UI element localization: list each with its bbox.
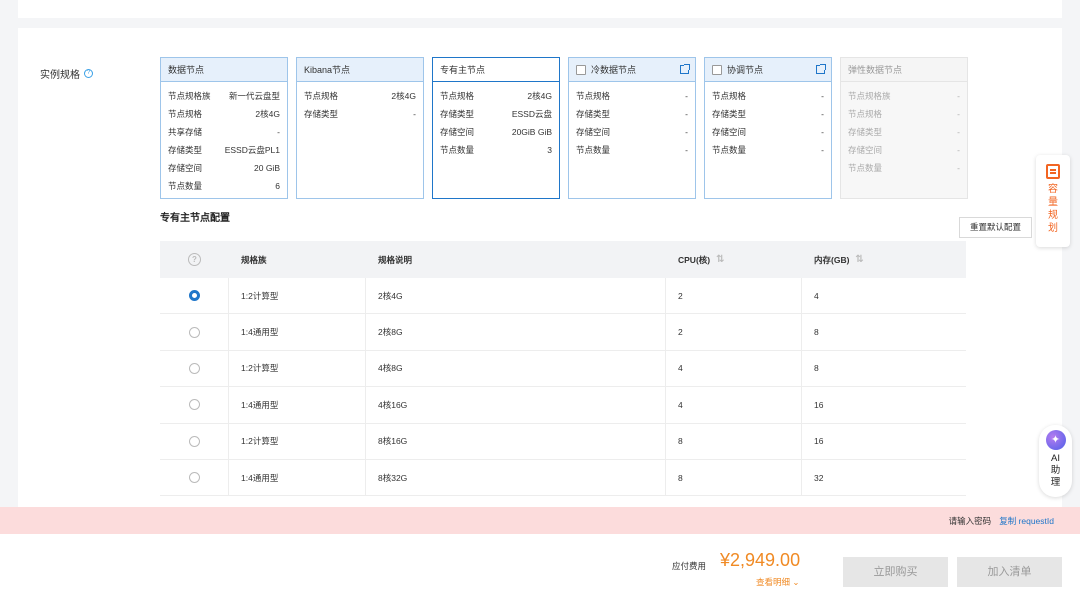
card-title: 专有主节点 [440,65,486,75]
capacity-planning-label: 容量规划 [1048,184,1058,234]
spec-radio[interactable] [188,362,200,374]
card-row: 存储空间 - [848,145,960,155]
card-kibana-node[interactable]: Kibana节点 节点规格 2核4G 存储类型 - [296,57,424,199]
config-subtitle: 专有主节点配置 [160,213,230,224]
card-header: Kibana节点 [297,58,423,82]
card-header: 专有主节点 [433,58,559,82]
card-row: 存储类型 ESSD云盘 [440,109,552,119]
reset-default-button[interactable]: 重置默认配置 [959,217,1032,238]
ai-assistant-button[interactable]: ✦ AI助理 [1039,425,1072,497]
card-row: 存储空间 20 GiB [168,163,280,173]
table-row[interactable]: 1:2计算型 2核4G 2 4 [160,278,966,315]
card-row: 节点数量 6 [168,181,280,191]
capacity-planning-button[interactable]: 容量规划 [1036,155,1070,247]
card-row: 存储空间 - [576,127,688,137]
card-row: 节点规格族 新一代云盘型 [168,91,280,101]
spec-table: ? 规格族 规格说明 CPU(核) ⇅ 内存(GB) ⇅ 1:2计算型 2核4G 2… [160,241,966,497]
chevron-down-icon: ⌄ [792,577,800,587]
planning-icon [1046,164,1060,179]
table-row[interactable]: 1:4通用型 4核16G 4 16 [160,387,966,424]
help-icon[interactable]: ? [84,69,93,78]
card-row: 节点规格 - [848,109,960,119]
fee-amount: ¥2,949.00 [720,550,801,570]
card-header: 冷数据节点 [569,58,695,82]
sort-icon[interactable]: ⇅ [855,254,863,265]
card-row: 节点规格 2核4G [168,109,280,119]
card-elastic-data-node: 弹性数据节点 节点规格族 - 节点规格 - 存储类型 - 存储空间 - 节点数量 - [840,57,968,199]
card-row: 节点数量 - [712,145,824,155]
card-row: 节点规格 2核4G [304,91,416,101]
external-link-icon[interactable] [816,64,826,74]
card-row: 节点数量 3 [440,145,552,155]
error-bar: 请输入密码 复制 requestId [0,507,1080,534]
footer-bar: 应付费用 ¥2,949.00 查看明细 ⌄ 立即购买 加入清单 [0,534,1080,609]
card-row: 节点数量 - [576,145,688,155]
card-row: 节点规格 - [576,91,688,101]
error-message: 请输入密码 [948,515,992,526]
card-cold-data-node[interactable]: 冷数据节点 节点规格 - 存储类型 - 存储空间 - 节点数量 - [568,57,696,199]
card-title: 协调节点 [727,65,764,75]
card-header: 协调节点 [705,58,831,82]
card-header: 数据节点 [161,58,287,82]
ai-sparkle-icon: ✦ [1045,430,1066,450]
header-mem[interactable]: 内存(GB) ⇅ [802,241,966,278]
header-spec: 规格说明 [378,254,413,265]
spec-radio[interactable] [188,326,200,338]
table-header: ? 规格族 规格说明 CPU(核) ⇅ 内存(GB) ⇅ [160,241,966,278]
table-row[interactable]: 1:4通用型 2核8G 2 8 [160,314,966,351]
buy-now-button[interactable]: 立即购买 [843,557,948,587]
spec-radio[interactable] [188,435,200,447]
card-row: 存储类型 ESSD云盘PL1 [168,145,280,155]
spec-radio[interactable] [188,472,200,484]
header-family: 规格族 [241,254,267,265]
card-data-node[interactable]: 数据节点 节点规格族 新一代云盘型 节点规格 2核4G 共享存储 - 存储类型 ESSD… [160,57,288,199]
card-header: 弹性数据节点 [841,58,967,82]
header-cpu[interactable]: CPU(核) ⇅ [666,241,802,278]
copy-requestid-link[interactable]: 复制 requestId [999,515,1054,527]
ai-assistant-label: AI助理 [1050,453,1061,488]
spec-radio[interactable] [188,290,200,302]
card-row: 存储类型 - [576,109,688,119]
card-title: 弹性数据节点 [848,65,903,75]
fee-label: 应付费用 [672,561,707,571]
card-title: 冷数据节点 [591,65,637,75]
external-link-icon[interactable] [680,64,690,74]
card-row: 节点规格 2核4G [440,91,552,101]
card-row: 节点规格族 - [848,91,960,101]
card-row: 存储类型 - [712,109,824,119]
sort-icon[interactable]: ⇅ [716,254,724,265]
card-master-node[interactable]: 专有主节点 节点规格 2核4G 存储类型 ESSD云盘 存储空间 20GiB GiB … [432,57,560,199]
coordinating-node-checkbox[interactable] [712,64,722,75]
card-title: 数据节点 [168,65,205,75]
table-row[interactable]: 1:2计算型 4核8G 4 8 [160,350,966,388]
card-row: 节点规格 - [712,91,824,101]
card-row: 存储类型 - [304,109,416,119]
fee-detail-link[interactable]: 查看明细 ⌄ [756,576,800,588]
card-row: 共享存储 - [168,127,280,137]
card-coordinating-node[interactable]: 协调节点 节点规格 - 存储类型 - 存储空间 - 节点数量 - [704,57,832,199]
section-title: 实例规格 [40,70,80,81]
card-title: Kibana节点 [304,65,351,75]
table-row[interactable]: 1:2计算型 8核16G 8 16 [160,423,966,460]
add-to-list-button[interactable]: 加入清单 [957,557,1062,587]
node-cards: 数据节点 节点规格族 新一代云盘型 节点规格 2核4G 共享存储 - 存储类型 ESSD… [160,57,968,199]
section-label: 实例规格 ? [40,66,93,81]
top-panel [18,0,1062,18]
instance-spec-panel: 实例规格 ? 数据节点 节点规格族 新一代云盘型 节点规格 2核4G 共享存储 - 存… [18,28,1062,518]
help-icon[interactable]: ? [188,253,201,266]
card-row: 存储空间 20GiB GiB [440,127,552,137]
card-row: 存储类型 - [848,127,960,137]
table-row[interactable]: 1:4通用型 8核32G 8 32 [160,459,966,497]
cold-node-checkbox[interactable] [576,64,586,75]
spec-radio[interactable] [188,399,200,411]
card-row: 节点数量 - [848,163,960,173]
card-row: 存储空间 - [712,127,824,137]
